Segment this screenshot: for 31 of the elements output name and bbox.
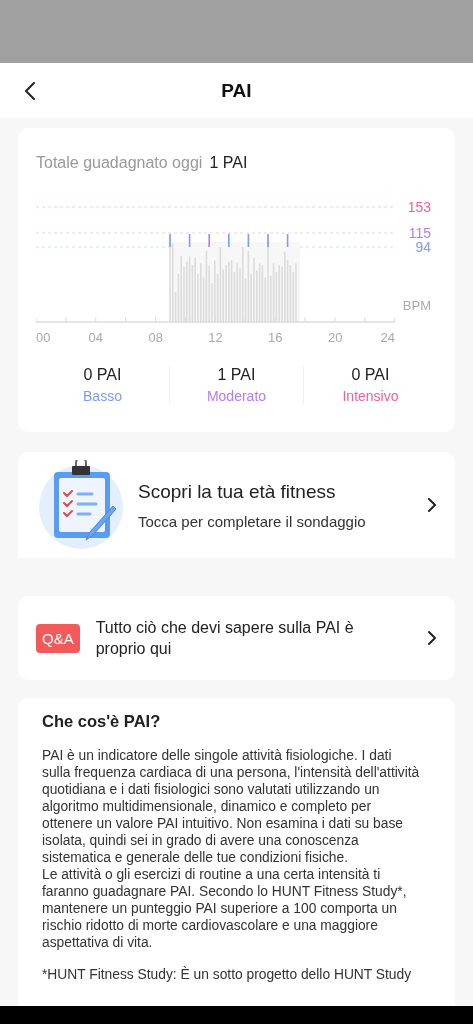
chevron-right-icon bbox=[427, 497, 437, 513]
heart-rate-zone-label: 94 bbox=[415, 239, 431, 255]
time-label: 20 bbox=[327, 330, 343, 345]
heart-rate-zone-label: 153 bbox=[407, 199, 431, 215]
time-label: 08 bbox=[148, 330, 163, 345]
zone-value: 0 PAI bbox=[351, 366, 390, 384]
promo-subtitle: Tocca per completare il sondaggio bbox=[138, 512, 367, 530]
time-label: 00 bbox=[36, 330, 51, 345]
time-label: 12 bbox=[208, 330, 223, 345]
time-label: 16 bbox=[268, 330, 283, 345]
summary-label: Totale guadagnato oggi bbox=[36, 154, 203, 172]
qa-link[interactable]: Tutto ciò che devi sapere sulla PAI è proprio qui bbox=[95, 617, 381, 659]
info-paragraph: *HUNT Fitness Study: È un sotto progetto dello HUNT Study bbox=[42, 966, 413, 983]
heart-rate-zone-label: 115 bbox=[408, 225, 431, 241]
unit-label: BPM bbox=[402, 298, 431, 313]
qa-badge: Q&A bbox=[36, 623, 80, 653]
zone-label: Moderato bbox=[206, 388, 267, 404]
time-label: 24 bbox=[380, 330, 395, 345]
time-label: 04 bbox=[88, 330, 104, 345]
page-title: PAI bbox=[221, 79, 252, 102]
info-paragraph: Le attività o gli esercizi di routine a una certa intensità ti faranno guadagnare PAI. Secondo lo HUNT Fitness Study*, mantenere un punteggio PAI superiore a 100 comporta un rischio ridotto di morte cardiovascolare e una maggiore aspettativa di vita. bbox=[42, 866, 408, 951]
clipboard-checklist-icon bbox=[36, 460, 126, 550]
zone-value: 0 PAI bbox=[83, 366, 122, 384]
info-paragraph: PAI è un indicatore delle singole attività fisiologiche. I dati sulla frequenza cardiaca di una persona, l'intensità dell'attività quotidiana e i dati fisiologici sono valutati utilizzando un algoritmo multidimensionale, dinamico e completo per ottenere un valore PAI intuitivo. Non esamina i dati su base isolata, quindi sei in grado di avere una conoscenza sistematica e generale delle tue condizioni fisiche. bbox=[42, 747, 421, 866]
info-title: Che cos'è PAI? bbox=[42, 712, 162, 731]
chevron-right-icon bbox=[427, 630, 437, 646]
summary-value: 1 PAI bbox=[209, 154, 248, 172]
promo-title[interactable]: Scopri la tua età fitness bbox=[138, 480, 415, 503]
zone-label: Basso bbox=[83, 388, 122, 404]
zone-value: 1 PAI bbox=[217, 366, 256, 384]
zone-label: Intensivo bbox=[342, 388, 399, 404]
